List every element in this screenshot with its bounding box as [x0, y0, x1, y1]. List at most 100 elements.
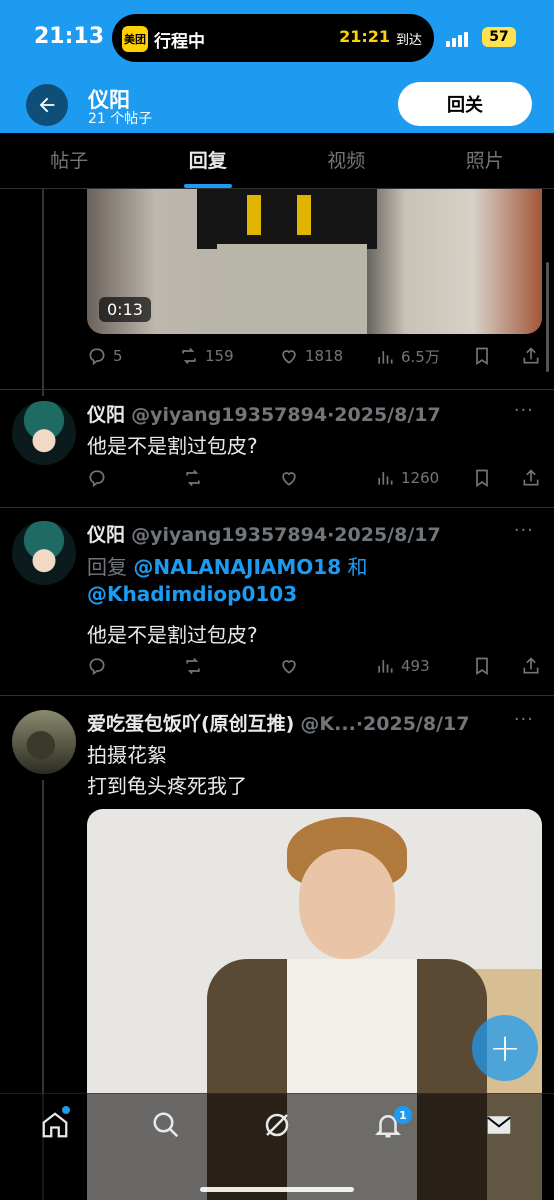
- notifications-badge: 1: [394, 1106, 412, 1124]
- back-arrow-icon: [39, 97, 55, 113]
- reply-button[interactable]: [87, 468, 113, 488]
- video-post-actions: 5 159 1818 6.5万: [87, 346, 542, 370]
- bookmark-button[interactable]: [472, 468, 498, 488]
- like-icon: [282, 472, 296, 486]
- tweet-date[interactable]: 2025/8/17: [363, 713, 469, 735]
- share-button[interactable]: [521, 656, 547, 676]
- more-options-icon[interactable]: ···: [514, 709, 534, 730]
- more-options-icon[interactable]: ···: [514, 520, 534, 541]
- video-frame-pants: [217, 244, 367, 334]
- views-count: 1260: [401, 469, 440, 487]
- share-button[interactable]: [521, 468, 547, 488]
- tweet-text: 他是不是割过包皮?: [87, 434, 258, 458]
- bookmark-icon: [476, 469, 488, 488]
- follow-back-button[interactable]: 回关: [398, 82, 532, 126]
- repost-count: 159: [205, 347, 234, 365]
- like-button[interactable]: [279, 656, 305, 676]
- bookmark-icon: [476, 657, 488, 676]
- scrollbar[interactable]: [546, 262, 549, 372]
- grok-icon[interactable]: [262, 1110, 292, 1140]
- views-button[interactable]: 1260: [375, 468, 439, 488]
- reply-icon: [89, 658, 105, 676]
- views-count: 6.5万: [401, 348, 440, 366]
- reply-prefix: 回复: [87, 555, 127, 579]
- back-button[interactable]: [26, 84, 68, 126]
- reply-button[interactable]: 5: [87, 346, 123, 366]
- more-options-icon[interactable]: ···: [514, 400, 534, 421]
- repost-button[interactable]: [183, 468, 209, 488]
- tab-photos[interactable]: 照片: [416, 133, 554, 188]
- repost-button[interactable]: [183, 656, 209, 676]
- compose-button[interactable]: +: [472, 1015, 538, 1081]
- bookmark-button[interactable]: [472, 346, 498, 366]
- island-status-text: 行程中: [154, 32, 205, 52]
- share-icon: [523, 657, 539, 674]
- video-frame-shirt: [197, 189, 377, 249]
- meituan-logo-icon: 美团: [122, 26, 148, 52]
- dynamic-island[interactable]: 美团 行程中 21:21 到达: [112, 14, 434, 62]
- author-handle[interactable]: @K...: [300, 713, 355, 735]
- video-player[interactable]: 0:13: [87, 189, 542, 334]
- views-button[interactable]: 6.5万: [375, 346, 440, 367]
- repost-button[interactable]: 159: [179, 346, 234, 366]
- thread-connector: [42, 189, 44, 396]
- mail-icon[interactable]: [484, 1110, 514, 1140]
- reply-and: 和: [347, 555, 368, 579]
- views-icon: [378, 660, 393, 673]
- tweet-header: 爱吃蛋包饭吖(原创互推) @K...·2025/8/17: [87, 709, 469, 736]
- repost-icon: [182, 347, 196, 365]
- tweet-header: 仪阳 @yiyang19357894·2025/8/17: [87, 520, 441, 547]
- reply-icon: [89, 348, 105, 366]
- video-frame-stripe: [247, 195, 261, 235]
- meta-separator: ·: [355, 713, 364, 735]
- share-icon: [523, 347, 539, 364]
- tweet-date[interactable]: 2025/8/17: [334, 524, 440, 546]
- share-icon: [523, 469, 539, 486]
- island-eta: 21:21: [339, 27, 390, 46]
- home-unread-dot: [62, 1106, 70, 1114]
- mention-link[interactable]: @NALANAJIAMO18: [133, 555, 341, 579]
- divider: [0, 695, 554, 696]
- home-indicator[interactable]: [200, 1187, 354, 1192]
- repost-icon: [186, 657, 200, 675]
- tab-posts[interactable]: 帖子: [0, 133, 139, 188]
- tab-replies[interactable]: 回复: [139, 133, 278, 188]
- divider: [0, 507, 554, 508]
- tweet-text: 他是不是割过包皮?: [87, 623, 258, 647]
- tweet-text-line2: 打到龟头疼死我了: [87, 774, 247, 798]
- repost-icon: [186, 469, 200, 487]
- image-face: [299, 849, 395, 959]
- avatar[interactable]: [12, 521, 76, 585]
- views-count: 493: [401, 657, 430, 675]
- tweet-text-line1: 拍摄花絮: [87, 743, 167, 767]
- bookmark-icon: [476, 347, 488, 366]
- like-count: 1818: [305, 347, 344, 365]
- like-button[interactable]: [279, 468, 305, 488]
- mention-link[interactable]: @Khadimdiop0103: [87, 582, 297, 606]
- video-frame-stripe: [297, 195, 311, 235]
- share-button[interactable]: [521, 346, 547, 366]
- author-handle[interactable]: @yiyang19357894: [131, 524, 327, 546]
- author-handle[interactable]: @yiyang19357894: [131, 404, 327, 426]
- search-icon[interactable]: [151, 1110, 181, 1140]
- views-icon: [378, 472, 393, 485]
- home-icon[interactable]: [40, 1110, 70, 1140]
- avatar[interactable]: [12, 401, 76, 465]
- tab-videos[interactable]: 视频: [277, 133, 416, 188]
- reply-context: 回复 @NALANAJIAMO18 和: [87, 551, 367, 580]
- author-name[interactable]: 仪阳: [87, 404, 125, 426]
- avatar[interactable]: [12, 710, 76, 774]
- tweet-actions: 493: [87, 656, 542, 680]
- reply-button[interactable]: [87, 656, 113, 676]
- views-button[interactable]: 493: [375, 656, 430, 676]
- author-name[interactable]: 爱吃蛋包饭吖(原创互推): [87, 713, 294, 735]
- profile-tabs: 帖子 回复 视频 照片: [0, 133, 554, 189]
- tweet-date[interactable]: 2025/8/17: [334, 404, 440, 426]
- status-time: 21:13: [34, 24, 105, 49]
- video-duration: 0:13: [99, 297, 151, 322]
- views-icon: [378, 350, 393, 364]
- like-button[interactable]: 1818: [279, 346, 343, 366]
- profile-header: 21:13 美团 行程中 21:21 到达 57 仪阳 21 个帖子 回关: [0, 0, 554, 133]
- bookmark-button[interactable]: [472, 656, 498, 676]
- author-name[interactable]: 仪阳: [87, 524, 125, 546]
